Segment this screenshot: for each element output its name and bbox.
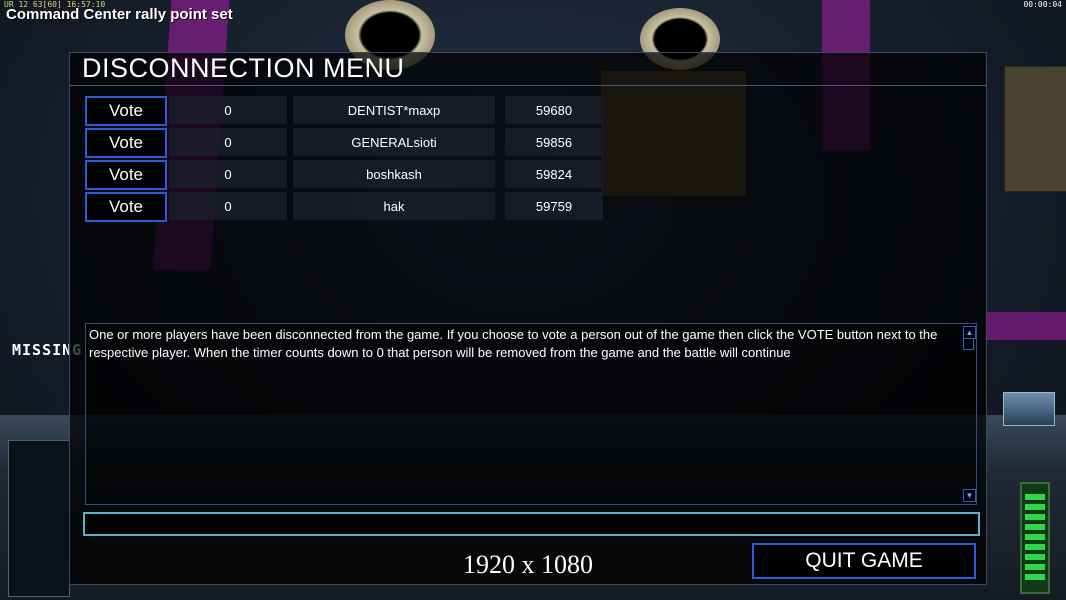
player-timer: 59759 [505, 192, 603, 220]
resolution-overlay: 1920 x 1080 [463, 550, 593, 579]
message-box: One or more players have been disconnect… [85, 323, 977, 505]
message-scrollbar[interactable]: ▲ ▼ [962, 324, 976, 504]
vote-count: 0 [169, 128, 287, 156]
chat-input[interactable] [83, 512, 980, 536]
player-timer: 59680 [505, 96, 603, 124]
scroll-thumb[interactable] [963, 338, 974, 350]
disconnect-message: One or more players have been disconnect… [89, 327, 938, 360]
structure-right [1004, 66, 1066, 192]
title-divider [70, 85, 986, 86]
vote-button[interactable]: Vote [85, 96, 167, 126]
menu-title: DISCONNECTION MENU [82, 53, 405, 83]
player-timer: 59824 [505, 160, 603, 188]
status-message: Command Center rally point set [6, 6, 233, 23]
player-name: DENTIST*maxp [293, 96, 495, 124]
player-timer: 59856 [505, 128, 603, 156]
vote-button[interactable]: Vote [85, 160, 167, 190]
player-name: boshkash [293, 160, 495, 188]
satellite-icon[interactable] [1003, 392, 1055, 426]
power-meter [1020, 482, 1050, 594]
player-name: hak [293, 192, 495, 220]
player-name: GENERALsioti [293, 128, 495, 156]
vote-count: 0 [169, 192, 287, 220]
vote-count: 0 [169, 160, 287, 188]
game-clock: 00:00:04 [1023, 0, 1062, 9]
disconnection-menu: DISCONNECTION MENU Vote 0 DENTIST*maxp 5… [69, 52, 987, 585]
vote-button[interactable]: Vote [85, 128, 167, 158]
scroll-down-icon[interactable]: ▼ [963, 489, 976, 502]
vote-count: 0 [169, 96, 287, 124]
minimap[interactable] [8, 440, 70, 597]
vote-button[interactable]: Vote [85, 192, 167, 222]
magenta-stripe-right [985, 312, 1066, 340]
quit-game-button[interactable]: QUIT GAME [752, 543, 976, 579]
